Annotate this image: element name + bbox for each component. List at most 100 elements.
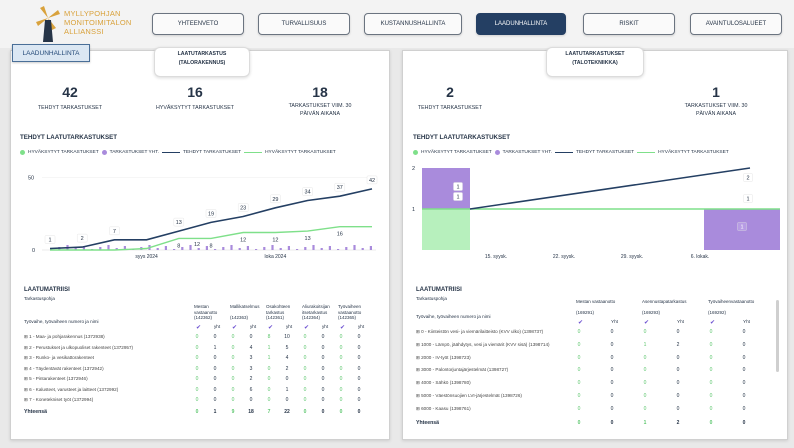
legend-label: TARKASTUKSET YHT. [502, 150, 552, 155]
table-row[interactable]: ⊞ 4 - Täydentävät rakenteet (1372942) [24, 366, 184, 372]
bar-tarkastukset-yht [246, 246, 249, 250]
chart-legend-r: HYVÄKSYTYT TARKASTUKSET TARKASTUKSET YHT… [413, 150, 729, 155]
table-cell: 0 [321, 334, 325, 340]
data-label-text: 13 [305, 236, 311, 242]
legend-dot-purple [101, 150, 107, 155]
total-cell: 0 [195, 408, 199, 415]
data-label-text: 8 [177, 243, 180, 249]
table-row[interactable]: ⊞ 3000 - Palontorjuntajärjestelmät (1398… [416, 367, 572, 373]
table-cell: 0 [610, 393, 614, 399]
legend-line-green [637, 151, 656, 154]
table-row[interactable]: ⊞ 0 - Kiinteistön vesi- ja viemärilaitte… [416, 329, 572, 335]
table-cell: 0 [303, 386, 307, 393]
data-label: 23 [237, 203, 249, 212]
matrix-scrollbar[interactable] [776, 300, 779, 372]
matrix-title-r: LAATUMATRIISI [416, 287, 462, 293]
total-cell: 9 [231, 408, 235, 415]
table-cell: 0 [577, 329, 581, 335]
kpi-label-viim30-r: TARKASTUKSET VIIM. 30 PÄIVÄN AIKANA [684, 103, 748, 117]
table-row[interactable]: ⊞ 6 - Kalusteet, varusteet ja laitteet (… [24, 387, 184, 393]
table-row[interactable]: ⊞ 2000 - IV-työt (1398723) [416, 355, 572, 361]
table-row[interactable]: ⊞ 1000 - Lämpö, jäähdytys, vesi ja viemä… [416, 342, 572, 348]
data-label-text: 12 [272, 238, 278, 244]
table-cell: 0 [339, 376, 343, 382]
table-cell: 0 [742, 405, 746, 412]
table-cell: 0 [610, 329, 614, 335]
total-cell: 1 [643, 419, 647, 426]
data-label-text: 1 [746, 197, 749, 203]
legend-label: HYVÄKSYTYT TARKASTUKSET [421, 150, 492, 155]
table-cell: 0 [742, 367, 746, 374]
data-label: 19 [205, 209, 217, 218]
kpi-label-hyvaksytyt: HYVÄKSYTYT TARKASTUKSET [155, 105, 234, 111]
nav-kustannushallinta[interactable]: KUSTANNUSHALLINTA [364, 13, 462, 35]
legend-label: TARKASTUKSET YHT. [109, 150, 159, 155]
bar-tarkastukset-yht [263, 247, 266, 250]
table-cell: 0 [213, 397, 217, 403]
table-cell: 4 [249, 344, 253, 351]
series-line-tehdyt [49, 188, 373, 250]
table-row[interactable]: ⊞ 5 - Pintarakenteet (1372946) [24, 376, 184, 382]
table-cell: 10 [284, 334, 290, 340]
bar-tarkastukset-yht [181, 247, 184, 250]
nav-riskit[interactable]: RISKIT [583, 13, 675, 35]
table-row[interactable]: ⊞ 4000 - Sähkö (1398780) [416, 380, 572, 386]
table-row[interactable]: ⊞ 5000 - Väestönsuojien LVI-järjestelmät… [416, 393, 572, 399]
table-cell: 0 [195, 376, 199, 382]
data-label: 1 [44, 235, 56, 244]
nav-avaintulosalueet[interactable]: AVAINTULOSALUEET [690, 13, 782, 35]
check-icon: ✔ [340, 325, 346, 331]
column-header-yht: Yht [743, 319, 750, 324]
table-cell: 0 [213, 334, 217, 340]
table-cell: 0 [742, 341, 746, 348]
table-row[interactable]: ⊞ 1 - Maa- ja pohjarakennus (1372938) [24, 334, 184, 340]
check-icon: ✔ [304, 325, 310, 331]
y-tick-label: 2 [412, 166, 415, 172]
table-cell: 0 [267, 386, 271, 393]
nav-laadunhallinta[interactable]: LAADUNHALLINTA [476, 13, 566, 35]
table-cell: 8 [267, 334, 271, 340]
table-row[interactable]: ⊞ 3 - Runko- ja vesikattorakenteet [24, 355, 184, 361]
table-cell: 0 [643, 367, 647, 374]
table-cell: 2 [249, 376, 253, 382]
data-label: 1 [453, 182, 463, 191]
table-row[interactable]: ⊞ 2 - Perustukset ja ulkopuoliset rakent… [24, 345, 184, 351]
data-label: 1 [453, 192, 463, 201]
column-group-id: (142365) [338, 315, 357, 320]
table-row[interactable]: ⊞ 6000 - Kaasu (1398761) [416, 406, 572, 412]
top-bar: MYLLYPOHJAN MONITOIMITALON ALLIANSSI YHT… [0, 0, 794, 48]
table-cell: 3 [249, 355, 253, 361]
nav-turvallisuus[interactable]: TURVALLISUUS [258, 13, 350, 35]
bar-tarkastukset-yht [205, 246, 208, 250]
table-cell: 0 [709, 367, 713, 374]
x-tick-label: 15. syysk. [485, 254, 507, 260]
kpi-value-tehdyt-r: 2 [446, 84, 454, 100]
x-tick-label: 22. syysk. [553, 254, 575, 260]
nav-yhteenveto[interactable]: YHTEENVETO [152, 13, 244, 35]
check-icon: ✔ [710, 320, 716, 326]
table-cell: 0 [231, 355, 235, 361]
table-cell: 1 [267, 355, 271, 361]
table-cell: 1 [643, 341, 647, 348]
brand-name: MYLLYPOHJAN MONITOIMITALON ALLIANSSI [64, 9, 132, 36]
table-cell: 0 [303, 334, 307, 340]
bar-tarkastukset-yht [287, 246, 290, 250]
table-cell: 0 [195, 386, 199, 393]
tab-laatutarkastus-talorakennus[interactable]: LAATUTARKASTUS (TALORAKENNUS) [154, 47, 250, 77]
data-label-text: 7 [113, 229, 116, 235]
table-cell: 0 [231, 365, 235, 372]
data-label-text: 12 [240, 238, 246, 244]
data-label-text: 1 [456, 185, 459, 191]
bar-tarkastukset-yht [304, 247, 307, 250]
total-cell: 0 [577, 419, 581, 426]
legend-line-navy [161, 151, 180, 154]
matrix-title: LAATUMATRIISI [24, 287, 70, 293]
tab-laatutarkastukset-talotekniikka[interactable]: LAATUTARKASTUKSET (TALOTEKNIIKKA) [546, 47, 644, 77]
column-group-header: Asennustapatarkastus [642, 299, 687, 304]
data-label: 34 [302, 187, 313, 196]
column-header-yht: Yht [611, 319, 618, 324]
table-row[interactable]: ⊞ 7 - Konetekniset työt (1372994) [24, 397, 184, 403]
data-label: 1 [737, 222, 747, 231]
column-group-id: (169293) [642, 310, 661, 315]
column-group-id: (169292) [708, 310, 727, 315]
